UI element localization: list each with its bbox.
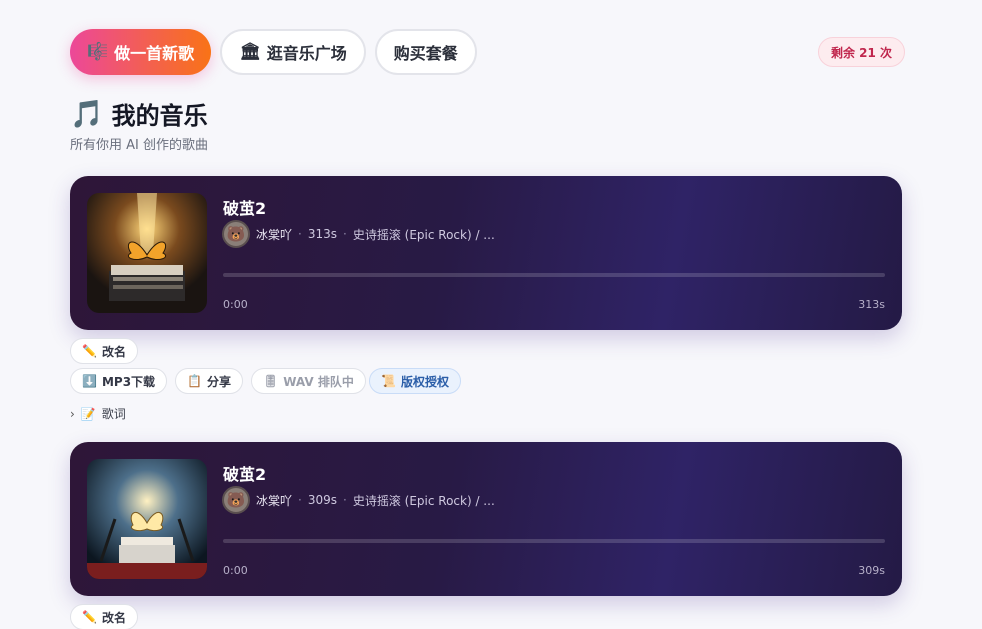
pencil-icon: ✏️ (82, 344, 97, 358)
pencil-icon: ✏️ (82, 610, 97, 624)
song-cover-image[interactable] (87, 193, 207, 313)
wav-queued-label: WAV 排队中 (283, 374, 354, 389)
explore-label: 逛音乐广场 (266, 44, 347, 63)
progress-track[interactable] (223, 539, 885, 543)
make-new-song-label: 做一首新歌 (114, 44, 195, 63)
download-icon: ⬇️ (82, 374, 97, 388)
page-subtitle: 所有你用 AI 创作的歌曲 (70, 138, 208, 153)
current-time: 0:00 (223, 298, 248, 311)
author-avatar[interactable]: 🐻 (222, 220, 250, 248)
song-duration: 309s (307, 493, 337, 507)
remaining-count-badge: 剩余 21 次 (818, 37, 906, 67)
total-time: 309s (858, 564, 885, 577)
separator-dot: · (343, 227, 347, 241)
song-duration: 313s (307, 227, 337, 241)
author-name: 冰棠吖 (256, 493, 293, 508)
buy-plan-button[interactable]: 购买套餐 (374, 29, 477, 75)
music-note-icon: 🎵 (70, 98, 104, 130)
music-score-icon: 🎼 (87, 42, 109, 62)
song-title: 破茧2 (223, 465, 267, 484)
clipboard-icon: 📋 (187, 374, 202, 388)
memo-icon: 📝 (80, 406, 96, 421)
explore-music-plaza-button[interactable]: 🏛 逛音乐广场 (220, 29, 366, 75)
chevron-right-icon: › (70, 406, 75, 421)
copyright-license-button[interactable]: 📜 版权授权 (369, 368, 461, 394)
page-title-text: 我的音乐 (111, 102, 208, 130)
mp3-download-button[interactable]: ⬇️ MP3下载 (70, 368, 168, 394)
author-avatar[interactable]: 🐻 (222, 486, 250, 514)
song-meta: 🐻 冰棠吖 · 309s · 史诗摇滚 (Epic Rock) / ... (222, 486, 495, 514)
separator-dot: · (298, 493, 302, 507)
song-style: 史诗摇滚 (Epic Rock) / ... (352, 227, 495, 242)
scroll-icon: 📜 (381, 374, 396, 388)
lyrics-toggle[interactable]: › 📝 歌词 (70, 405, 126, 422)
song-card[interactable]: 破茧2 🐻 冰棠吖 · 309s · 史诗摇滚 (Epic Rock) / ..… (70, 442, 902, 596)
current-time: 0:00 (223, 564, 248, 577)
page-title: 🎵 我的音乐 (70, 96, 208, 131)
fader-icon: 🎚 (263, 374, 279, 388)
butterfly-on-books-icon (87, 193, 207, 313)
song-cover-image[interactable] (87, 459, 207, 579)
make-new-song-button[interactable]: 🎼 做一首新歌 (70, 29, 212, 75)
buy-plan-label: 购买套餐 (393, 44, 458, 63)
classical-building-icon: 🏛 (239, 42, 261, 62)
separator-dot: · (298, 227, 302, 241)
rename-label: 改名 (101, 610, 126, 625)
song-style: 史诗摇滚 (Epic Rock) / ... (352, 493, 495, 508)
song-card[interactable]: 破茧2 🐻 冰棠吖 · 313s · 史诗摇滚 (Epic Rock) / ..… (70, 176, 902, 330)
butterfly-on-books-icon (87, 459, 207, 579)
wav-queued-button[interactable]: 🎚 WAV 排队中 (251, 368, 366, 394)
separator-dot: · (343, 493, 347, 507)
lyrics-label: 歌词 (101, 407, 126, 421)
total-time: 313s (858, 298, 885, 311)
song-meta: 🐻 冰棠吖 · 313s · 史诗摇滚 (Epic Rock) / ... (222, 220, 495, 248)
rename-label: 改名 (101, 344, 126, 359)
top-nav: 🎼 做一首新歌 🏛 逛音乐广场 购买套餐 (70, 29, 477, 75)
copyright-license-label: 版权授权 (400, 374, 449, 389)
song-title: 破茧2 (223, 199, 267, 218)
share-label: 分享 (206, 374, 231, 389)
rename-button[interactable]: ✏️ 改名 (70, 338, 138, 364)
rename-button[interactable]: ✏️ 改名 (70, 604, 138, 629)
mp3-download-label: MP3下载 (101, 374, 156, 389)
progress-track[interactable] (223, 273, 885, 277)
share-button[interactable]: 📋 分享 (175, 368, 243, 394)
author-name: 冰棠吖 (256, 227, 293, 242)
